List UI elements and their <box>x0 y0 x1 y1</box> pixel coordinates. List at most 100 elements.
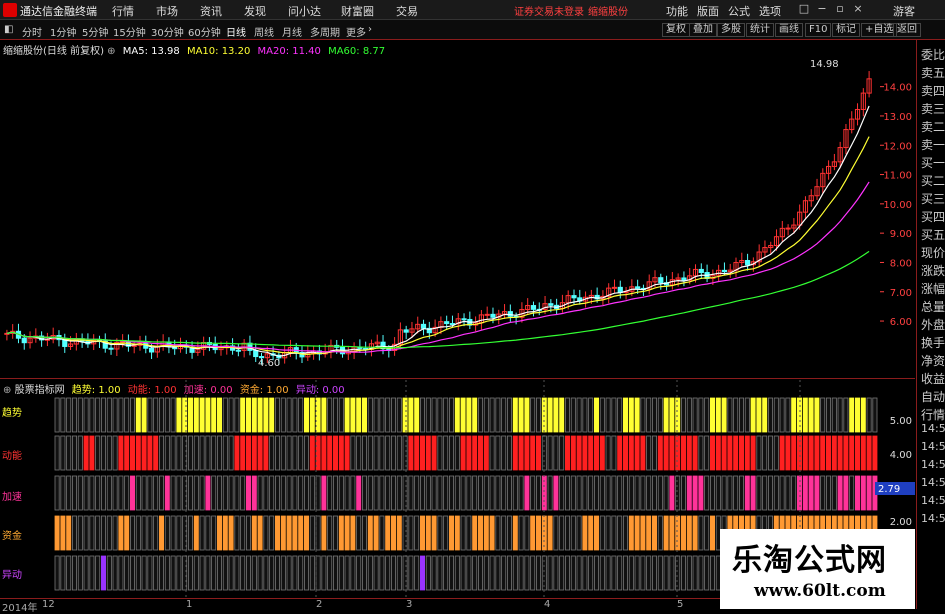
indicator-bar <box>385 475 391 511</box>
indicator-bar <box>762 435 768 471</box>
price-tick: 9.00 <box>890 229 912 240</box>
indicator-bar <box>489 515 495 551</box>
right-panel-label[interactable]: 委比 <box>921 46 945 63</box>
indicator-bar <box>164 397 170 433</box>
indicator-bar <box>309 435 315 471</box>
indicator-bar <box>553 397 559 433</box>
indicator-bar <box>472 475 478 511</box>
indicator-bar <box>646 475 652 511</box>
indicator-bar <box>106 475 112 511</box>
indicator-bar <box>448 397 454 433</box>
right-panel-label[interactable]: 买五 <box>921 226 945 243</box>
indicator-bar <box>129 555 135 591</box>
indicator-bar <box>826 435 832 471</box>
indicator-bar <box>419 555 425 591</box>
indicator-bar <box>692 435 698 471</box>
indicator-bar <box>443 555 449 591</box>
axis-label: 3 <box>406 599 413 610</box>
indicator-bar <box>72 515 78 551</box>
indicator-bar <box>164 435 170 471</box>
indicator-bar <box>698 435 704 471</box>
indicator-bar <box>373 475 379 511</box>
indicator-bar <box>623 555 629 591</box>
indicator-bar <box>628 475 634 511</box>
right-panel-label[interactable]: 买三 <box>921 190 945 207</box>
indicator-bar <box>675 475 681 511</box>
indicator-bar <box>222 555 228 591</box>
indicator-bar <box>483 475 489 511</box>
right-panel-label[interactable]: 外盘 <box>921 316 945 333</box>
indicator-bar <box>582 515 588 551</box>
indicator-bar <box>390 555 396 591</box>
indicator-bar <box>344 397 350 433</box>
indicator-bar <box>855 397 861 433</box>
indicator-bar <box>565 475 571 511</box>
candle-body <box>490 313 496 318</box>
candlestick-chart[interactable]: 14.00 13.00 12.00 11.00 10.00 9.00 8.00 7.00 6.0… <box>0 0 916 380</box>
indicator-bar <box>66 475 72 511</box>
right-panel-label[interactable]: 现价 <box>921 244 945 261</box>
indicator-bar <box>501 475 507 511</box>
right-panel-label[interactable]: 买四 <box>921 208 945 225</box>
indicator-bar <box>652 555 658 591</box>
indicator-bar <box>176 515 182 551</box>
indicator-bar <box>77 555 83 591</box>
indicator-bar <box>118 555 124 591</box>
indicator-bar <box>611 475 617 511</box>
right-panel-label[interactable]: 收益 <box>921 370 945 387</box>
indicator-bar <box>669 555 675 591</box>
indicator-bar <box>350 475 356 511</box>
indicator-bar <box>640 475 646 511</box>
axis-label: 2014年 <box>2 603 38 614</box>
indicator-bar <box>739 475 745 511</box>
indicator-bar <box>425 515 431 551</box>
indicator-bar <box>477 475 483 511</box>
indicator-bar <box>849 475 855 511</box>
right-panel-label[interactable]: 净资 <box>921 352 945 369</box>
candle-body <box>420 323 427 329</box>
right-panel-label[interactable]: 换手 <box>921 334 945 351</box>
indicator-bar <box>425 435 431 471</box>
right-panel-label[interactable]: 总量 <box>921 298 945 315</box>
indicator-bar <box>866 435 872 471</box>
indicator-bar <box>373 397 379 433</box>
indicator-bar <box>153 435 159 471</box>
indicator-bar <box>390 397 396 433</box>
indicator-bar <box>228 475 234 511</box>
indicator-bar <box>547 555 553 591</box>
indicator-bar <box>205 397 211 433</box>
right-panel-label[interactable]: 行情 <box>921 406 945 423</box>
right-panel-label[interactable]: 卖四 <box>921 82 945 99</box>
indicator-bar <box>408 515 414 551</box>
indicator-bar <box>495 475 501 511</box>
right-panel-label[interactable]: 卖二 <box>921 118 945 135</box>
right-panel-label[interactable]: 买一 <box>921 154 945 171</box>
indicator-bar <box>843 397 849 433</box>
indicator-bar <box>101 435 107 471</box>
indicator-bar <box>460 435 466 471</box>
price-tick: 6.00 <box>890 317 912 328</box>
right-panel-label[interactable]: 卖五 <box>921 64 945 81</box>
right-panel-label[interactable]: 自动 <box>921 388 945 405</box>
indicator-bar <box>385 515 391 551</box>
indicator-bar <box>576 515 582 551</box>
indicator-bar <box>669 515 675 551</box>
right-panel-label[interactable]: 涨跌 <box>921 262 945 279</box>
indicator-bar <box>843 435 849 471</box>
indicator-bar <box>570 475 576 511</box>
indicator-bar <box>124 555 130 591</box>
indicator-bar <box>216 555 222 591</box>
indicator-bar <box>263 435 269 471</box>
right-panel-label[interactable]: 卖三 <box>921 100 945 117</box>
indicator-bar <box>257 515 263 551</box>
right-panel-label[interactable]: 卖一 <box>921 136 945 153</box>
indicator-bar <box>872 397 878 433</box>
indicator-bar <box>379 475 385 511</box>
right-panel-label[interactable]: 涨幅 <box>921 280 945 297</box>
indicator-bar <box>95 475 101 511</box>
candle-body <box>721 269 728 273</box>
indicator-bar <box>431 435 437 471</box>
indicator-bar <box>332 475 338 511</box>
indicator-bar <box>524 435 530 471</box>
right-panel-label[interactable]: 买二 <box>921 172 945 189</box>
